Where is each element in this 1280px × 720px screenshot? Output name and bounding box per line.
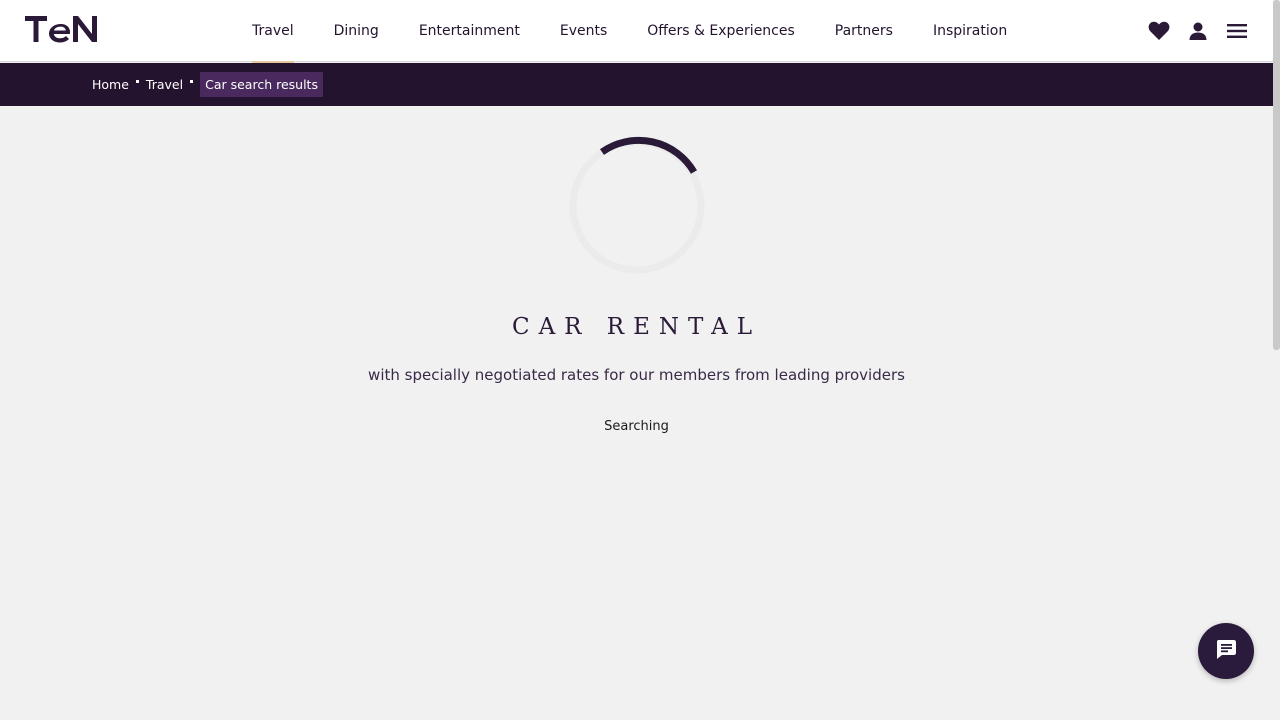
nav-partners-label: Partners xyxy=(834,23,893,39)
breadcrumb: Home Travel Car search results xyxy=(0,63,1273,106)
ten-logo[interactable] xyxy=(25,12,101,46)
nav-travel-label: Travel xyxy=(252,23,294,39)
nav-travel[interactable]: Travel xyxy=(232,0,314,63)
nav-entertainment[interactable]: Entertainment xyxy=(399,0,540,62)
page-subtitle: with specially negotiated rates for our … xyxy=(368,366,905,384)
main-nav: Travel Dining Entertainment Events Offer… xyxy=(232,0,1027,63)
menu-icon[interactable] xyxy=(1225,19,1249,43)
page-scrollbar[interactable] xyxy=(1273,0,1280,720)
chat-icon xyxy=(1215,638,1237,664)
user-icon[interactable] xyxy=(1186,19,1210,43)
nav-inspiration[interactable]: Inspiration xyxy=(913,0,1027,62)
nav-events-label: Events xyxy=(559,23,608,39)
header-actions xyxy=(1147,0,1249,62)
breadcrumb-travel[interactable]: Travel xyxy=(146,77,183,92)
heart-icon[interactable] xyxy=(1147,19,1171,43)
breadcrumb-home[interactable]: Home xyxy=(92,77,129,92)
search-status: Searching xyxy=(604,419,669,434)
site-header: Travel Dining Entertainment Events Offer… xyxy=(0,0,1273,63)
nav-partners[interactable]: Partners xyxy=(815,0,913,62)
nav-inspiration-label: Inspiration xyxy=(932,23,1008,39)
loading-spinner xyxy=(567,136,707,276)
breadcrumb-separator xyxy=(190,80,194,83)
chat-button[interactable] xyxy=(1198,623,1254,679)
nav-events[interactable]: Events xyxy=(540,0,627,62)
page-title: CAR RENTAL xyxy=(511,314,762,340)
nav-offers-experiences[interactable]: Offers & Experiences xyxy=(627,0,815,62)
breadcrumb-current: Car search results xyxy=(200,72,323,97)
breadcrumb-separator xyxy=(135,80,139,83)
nav-dining-label: Dining xyxy=(333,23,379,39)
scrollbar-thumb[interactable] xyxy=(1273,0,1280,350)
nav-offers-label: Offers & Experiences xyxy=(647,23,795,39)
nav-dining[interactable]: Dining xyxy=(314,0,399,62)
nav-entertainment-label: Entertainment xyxy=(418,23,520,39)
